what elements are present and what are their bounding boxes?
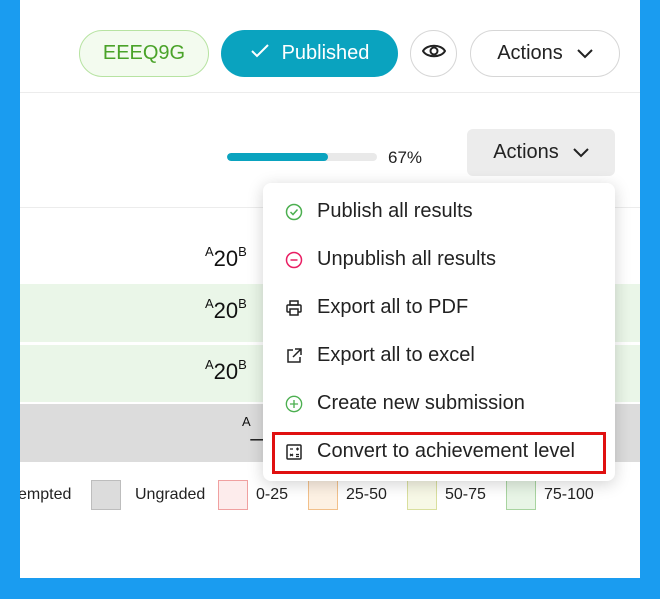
- eye-icon: [421, 43, 446, 64]
- score-cell[interactable]: A20B: [205, 296, 247, 324]
- menu-item-unpublish-all[interactable]: Unpublish all results: [285, 248, 496, 271]
- legend-item-25-50: 25-50: [308, 480, 387, 510]
- published-label: Published: [281, 42, 370, 64]
- legend-item-0-25: 0-25: [218, 480, 288, 510]
- class-code-label: EEEQ9G: [102, 42, 186, 64]
- header-actions-label: Actions: [497, 42, 563, 64]
- progress-bar: [227, 153, 377, 161]
- chevron-down-icon: [573, 141, 589, 164]
- menu-item-export-excel[interactable]: Export all to excel: [285, 344, 475, 367]
- results-actions-button[interactable]: Actions: [467, 129, 615, 176]
- legend-swatch: [218, 480, 248, 510]
- legend-item-attempted: empted: [20, 486, 72, 503]
- highlight-box: [272, 432, 606, 474]
- class-code-badge[interactable]: EEEQ9G: [79, 30, 209, 77]
- progress-percent: 67%: [388, 148, 423, 167]
- header-divider: [20, 92, 640, 93]
- legend-item-ungraded: Ungraded: [91, 480, 205, 510]
- legend-item-75-100: 75-100: [506, 480, 594, 510]
- score-cell[interactable]: A20B: [205, 244, 247, 272]
- minus-circle-icon: [285, 251, 303, 269]
- app-window: EEEQ9G Published Actions 67% Actions A20…: [20, 0, 640, 578]
- checkmark-icon: [250, 42, 270, 65]
- legend-swatch: [506, 480, 536, 510]
- legend-swatch: [91, 480, 121, 510]
- legend-item-50-75: 50-75: [407, 480, 486, 510]
- check-circle-icon: [285, 203, 303, 221]
- legend-swatch: [407, 480, 437, 510]
- score-cell[interactable]: A20B: [205, 357, 247, 385]
- results-actions-label: Actions: [493, 141, 559, 163]
- legend-swatch: [308, 480, 338, 510]
- score-cell[interactable]: A_: [242, 414, 263, 442]
- preview-button[interactable]: [410, 30, 457, 77]
- printer-icon: [285, 299, 303, 317]
- chevron-down-icon: [577, 42, 593, 65]
- published-button[interactable]: Published: [221, 30, 398, 77]
- external-link-icon: [285, 347, 303, 365]
- menu-item-create-submission[interactable]: Create new submission: [285, 392, 525, 415]
- grade-legend: empted Ungraded 0-25 25-50 50-75 75-100: [20, 480, 640, 510]
- plus-circle-icon: [285, 395, 303, 413]
- menu-item-export-pdf[interactable]: Export all to PDF: [285, 296, 468, 319]
- menu-item-publish-all[interactable]: Publish all results: [285, 200, 473, 223]
- progress-bar-fill: [227, 153, 328, 161]
- header-actions-button[interactable]: Actions: [470, 30, 620, 77]
